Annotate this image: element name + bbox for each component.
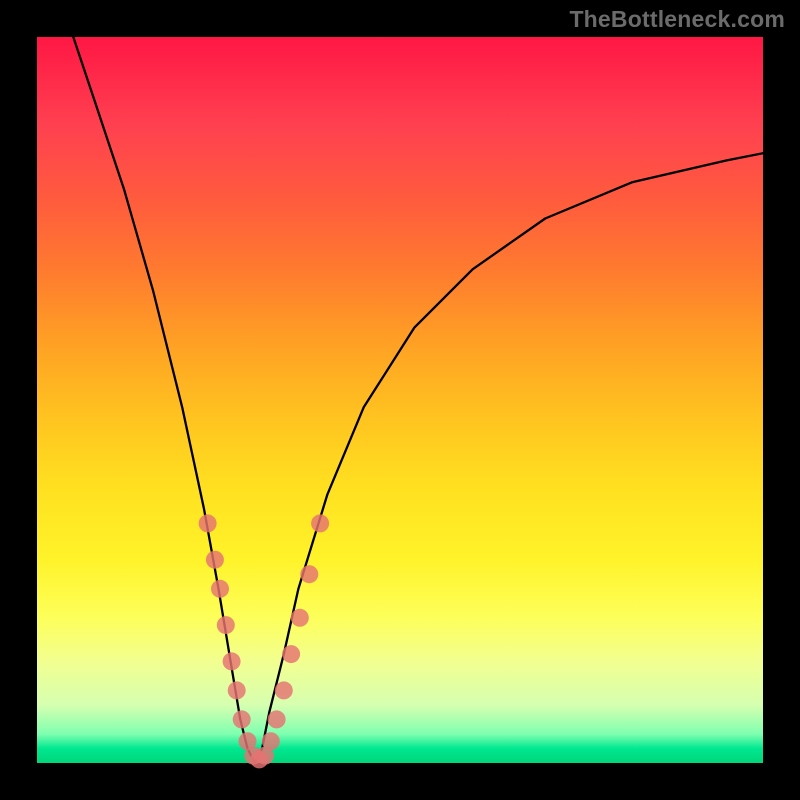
chart-frame: TheBottleneck.com (0, 0, 800, 800)
plot-background-gradient (37, 37, 763, 763)
watermark-text: TheBottleneck.com (569, 6, 785, 33)
